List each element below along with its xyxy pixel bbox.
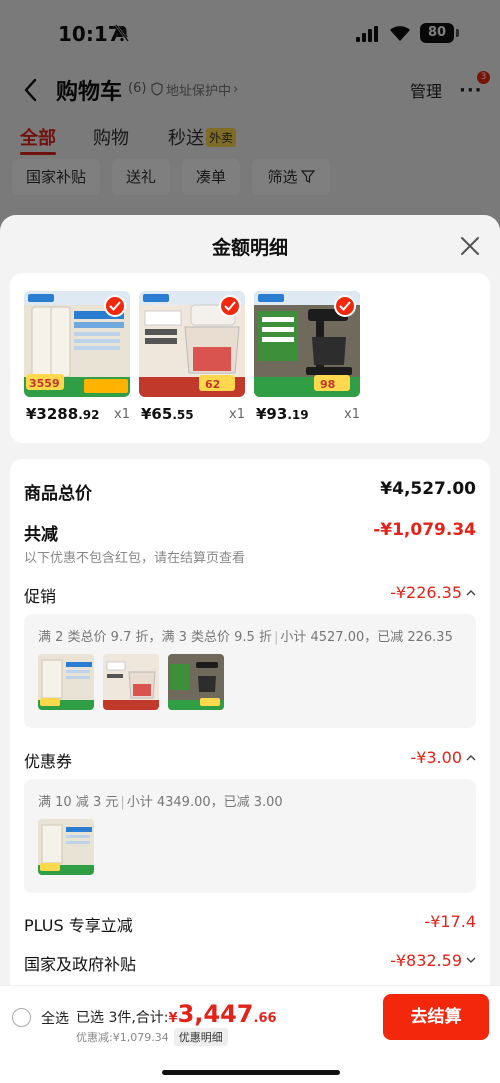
- plus-discount-label: PLUS 专享立减: [24, 916, 133, 935]
- currency-symbol: ¥: [168, 1011, 178, 1026]
- selected-summary: 已选 3件,合计:¥3,447.66: [76, 1000, 277, 1028]
- coupon-subtotal: 小计 4349.00，已减 3.00: [126, 795, 283, 810]
- saved-amount: 优惠减:¥1,079.34: [76, 1031, 169, 1044]
- checkout-bar: 全选 已选 3件,合计:¥3,447.66 优惠减:¥1,079.34 优惠明细 …: [0, 985, 500, 1083]
- select-all-radio[interactable]: [12, 1008, 31, 1027]
- promotion-rule: 满 2 类总价 9.7 折，满 3 类总价 9.5 折: [38, 630, 272, 645]
- selected-items-card: 3559 ¥3288.92 x1 62 ¥65.55 x1 98 ¥93.19 …: [10, 273, 490, 443]
- chevron-down-icon: [466, 957, 476, 963]
- product-price-dec: .55: [172, 408, 194, 422]
- promotion-detail-box: 满 2 类总价 9.7 折，满 3 类总价 9.5 折 | 小计 4527.00，已…: [24, 614, 476, 728]
- gov-subsidy-label: 国家及政府补贴: [24, 955, 137, 974]
- discount-detail-button[interactable]: 优惠明细: [173, 1028, 228, 1046]
- select-all-label[interactable]: 全选: [41, 1008, 69, 1028]
- product-image-fridge: 3559: [24, 291, 130, 397]
- product-image-chopper: 62: [139, 291, 245, 397]
- coupon-label: 优惠券: [24, 752, 73, 771]
- product-qty: x1: [344, 407, 360, 422]
- gov-subsidy-value: -¥832.59: [390, 951, 462, 970]
- checkout-button[interactable]: 去结算: [383, 994, 489, 1040]
- selected-check-icon: [104, 295, 126, 317]
- coupon-detail-box: 满 10 减 3 元 | 小计 4349.00，已减 3.00: [24, 779, 476, 893]
- product-image-price: 98: [320, 378, 335, 391]
- amount-detail-sheet: 金额明细 3559 ¥3288.92 x1 62 ¥65.55 x1 98 ¥9…: [0, 215, 500, 1083]
- sheet-title: 金额明细: [211, 237, 288, 259]
- coupon-value: -¥3.00: [410, 748, 462, 767]
- selected-count: 已选 3件,合计:: [76, 1010, 169, 1026]
- product-item[interactable]: 3559 ¥3288.92 x1: [24, 291, 130, 423]
- home-indicator: [162, 1070, 340, 1075]
- product-item[interactable]: 98 ¥93.19 x1: [254, 291, 360, 423]
- product-image-price: 3559: [29, 377, 60, 390]
- product-item[interactable]: 62 ¥65.55 x1: [139, 291, 245, 423]
- coupon-thumb-fridge: [38, 819, 94, 875]
- product-price: ¥3288.92: [26, 405, 99, 423]
- product-image-price: 62: [205, 378, 220, 391]
- plus-discount-value: -¥17.4: [424, 912, 476, 931]
- product-price-dec: .19: [287, 408, 309, 422]
- promotion-toggle[interactable]: -¥226.35: [390, 583, 476, 602]
- promotion-subtotal: 小计 4527.00，已减 226.35: [280, 630, 453, 645]
- chevron-up-icon: [466, 590, 476, 596]
- close-icon[interactable]: [460, 236, 480, 256]
- product-price-int: ¥65: [141, 405, 173, 423]
- product-qty: x1: [229, 407, 245, 422]
- product-price-int: ¥93: [256, 405, 288, 423]
- promotion-value: -¥226.35: [390, 583, 462, 602]
- product-price: ¥65.55: [141, 405, 194, 423]
- reduction-hint: 以下优惠不包含红包，请在结算页查看: [24, 551, 246, 566]
- total-reduction-label: 共减: [24, 525, 58, 545]
- total-reduction-value: -¥1,079.34: [373, 520, 476, 540]
- coupon-toggle[interactable]: -¥3.00: [410, 748, 476, 767]
- total-amount-dec: .66: [253, 1011, 277, 1026]
- selected-check-icon: [219, 295, 241, 317]
- product-image-coffee-maker: 98: [254, 291, 360, 397]
- promotion-thumb-coffee: [168, 654, 224, 710]
- gov-subsidy-toggle[interactable]: -¥832.59: [390, 951, 476, 970]
- coupon-detail-text: 满 10 减 3 元 | 小计 4349.00，已减 3.00: [38, 795, 283, 810]
- product-price-dec: .92: [78, 408, 100, 422]
- goods-total-value: ¥4,527.00: [380, 479, 476, 499]
- product-price-int: ¥3288: [26, 405, 79, 423]
- promotion-thumb-chopper: [103, 654, 159, 710]
- promotion-label: 促销: [24, 587, 57, 606]
- saved-summary: 优惠减:¥1,079.34 优惠明细: [76, 1028, 228, 1046]
- promotion-thumb-fridge: [38, 654, 94, 710]
- goods-total-label: 商品总价: [24, 484, 92, 504]
- product-price: ¥93.19: [256, 405, 309, 423]
- promotion-detail-text: 满 2 类总价 9.7 折，满 3 类总价 9.5 折 | 小计 4527.00，已…: [38, 630, 453, 645]
- product-qty: x1: [114, 407, 130, 422]
- total-amount-int: 3,447: [177, 1000, 254, 1028]
- chevron-up-icon: [466, 755, 476, 761]
- selected-check-icon: [334, 295, 356, 317]
- coupon-rule: 满 10 减 3 元: [38, 795, 119, 810]
